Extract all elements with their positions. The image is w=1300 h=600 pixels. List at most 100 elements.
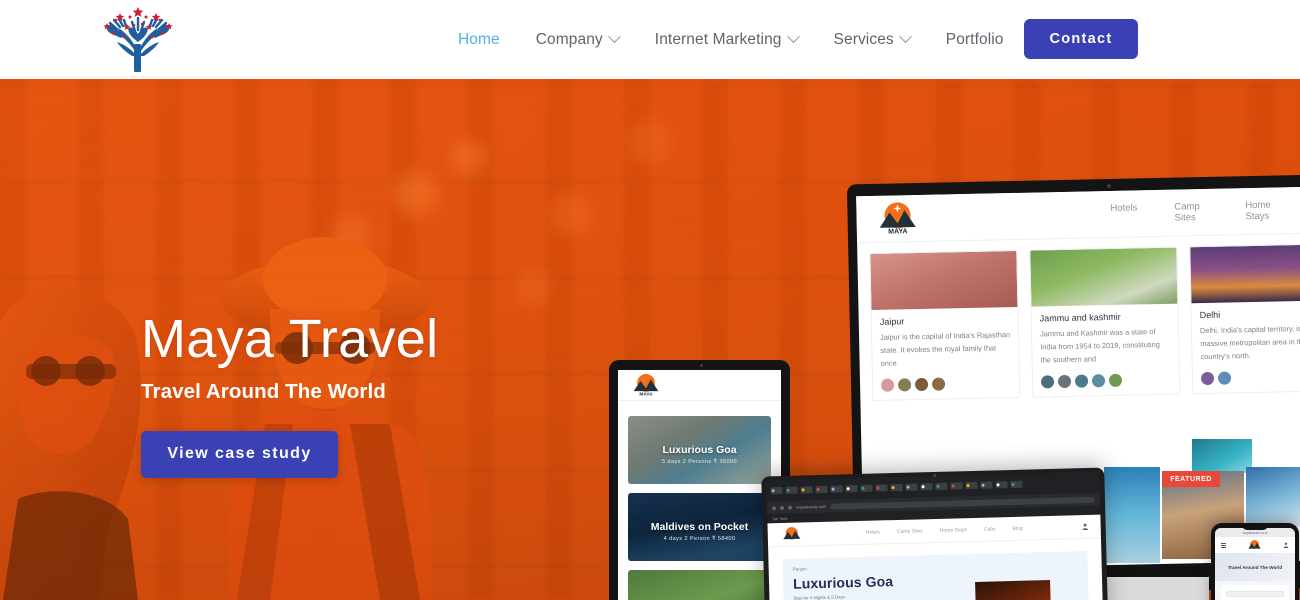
svg-text:MAYA: MAYA	[639, 391, 653, 397]
webcam-icon	[1106, 183, 1111, 189]
webcam-icon	[699, 364, 703, 367]
package-card[interactable]	[628, 570, 771, 600]
avatar	[1108, 373, 1123, 387]
phone-enquiry-form	[1221, 585, 1289, 600]
main-navigation: Home Company Internet Marketing Services…	[440, 0, 1089, 79]
avatar	[880, 378, 895, 392]
card-image	[870, 250, 1018, 311]
browser-page-content: Hotels Camp Sites Home Stays Cabs Blog P…	[767, 514, 1105, 600]
page-nav-hotels[interactable]: Hotels	[866, 529, 880, 535]
page-nav-camp-sites[interactable]: Camp Sites	[897, 528, 923, 535]
avatar	[1074, 374, 1089, 388]
chevron-down-icon	[898, 30, 912, 44]
contact-button[interactable]: Contact	[1024, 19, 1138, 59]
mockup-card-row: Jaipur Jaipur is the capital of India's …	[857, 233, 1300, 401]
forward-icon[interactable]	[780, 505, 785, 510]
page-title: Maya Travel	[141, 309, 439, 369]
mockup-nav-links: Hotels Camp Sites Home Stays Cabs	[1110, 198, 1300, 225]
bookmark-item[interactable]	[875, 484, 888, 492]
gallery-tile	[1104, 467, 1160, 563]
bookmark-item[interactable]	[785, 486, 798, 494]
user-account-icon[interactable]	[1283, 542, 1289, 548]
mockup-nav-home-stays[interactable]: Home Stays	[1245, 199, 1281, 223]
card-description: Jammu and Kashmir was a state of India f…	[1039, 327, 1160, 365]
bookmark-item[interactable]	[920, 483, 933, 491]
phone-url: mayatravels.co.in	[1242, 530, 1268, 535]
maya-travels-logo-icon	[783, 526, 801, 539]
mockup-nav-hotels[interactable]: Hotels	[1110, 202, 1137, 225]
phone-screen: mayatravels.co.in Travel Around The Worl…	[1215, 528, 1295, 600]
nav-item-company[interactable]: Company	[518, 30, 637, 49]
maya-travels-logo-icon: MAYA	[879, 202, 916, 236]
nav-item-internet-marketing[interactable]: Internet Marketing	[637, 30, 816, 49]
page-nav-blog[interactable]: Blog	[1013, 525, 1023, 531]
package-card[interactable]: Luxurious Goa 5 days 2 Persons ₹ 35000	[628, 416, 771, 484]
page-nav-cabs[interactable]: Cabs	[984, 526, 996, 532]
nav-item-services[interactable]: Services	[816, 30, 928, 49]
card-avatars	[1040, 373, 1171, 389]
gallery-tile	[1192, 439, 1252, 473]
browser-mockup: mayatravels.com Tab Tools Hotels Camp Si…	[761, 467, 1110, 600]
avatar	[1057, 374, 1072, 388]
bookmark-item[interactable]	[935, 482, 948, 490]
bookmark-item[interactable]	[800, 486, 813, 494]
site-header: Home Company Internet Marketing Services…	[0, 0, 1300, 79]
tablet-package-list: Luxurious Goa 5 days 2 Persons ₹ 35000 M…	[618, 401, 781, 600]
bookmark-item[interactable]	[905, 483, 918, 491]
form-field[interactable]	[1226, 591, 1284, 597]
user-account-icon[interactable]	[1082, 523, 1089, 531]
bookmark-item[interactable]	[860, 484, 873, 492]
address-url: mayatravels.com	[795, 503, 827, 510]
nav-item-portfolio[interactable]: Portfolio	[928, 31, 1022, 49]
reload-icon[interactable]	[788, 505, 793, 510]
package-detail-panel: Panjim Luxurious Goa Stay for 4 Nights &…	[782, 551, 1091, 600]
bookmark-item[interactable]	[1010, 480, 1023, 489]
hamburger-menu-icon[interactable]	[1221, 541, 1226, 548]
bookmark-item[interactable]	[950, 482, 963, 490]
svg-text:MAYA: MAYA	[888, 228, 907, 235]
tablet-site-header: MAYA	[618, 370, 781, 401]
destination-card[interactable]: Jammu and kashmir Jammu and Kashmir was …	[1029, 246, 1181, 398]
card-description: Delhi, India's capital territory, is a m…	[1199, 323, 1300, 362]
featured-badge: FEATURED	[1162, 471, 1220, 487]
card-title: Jammu and kashmir	[1039, 311, 1121, 324]
package-title: Maldives on Pocket	[650, 521, 749, 533]
nav-label: Services	[833, 30, 894, 48]
view-case-study-button[interactable]: View case study	[141, 430, 338, 478]
package-meta: 4 days 2 Person ₹ 58400	[663, 536, 736, 542]
avatar	[1217, 371, 1232, 385]
package-card[interactable]: Maldives on Pocket 4 days 2 Person ₹ 584…	[628, 493, 771, 561]
bookmark-item[interactable]	[995, 481, 1008, 489]
tablet-screen: MAYA Luxurious Goa 5 days 2 Persons ₹ 35…	[618, 370, 781, 600]
card-image	[1190, 244, 1300, 304]
bookmark-item[interactable]	[845, 485, 858, 493]
maya-travels-logo-icon: MAYA	[633, 374, 659, 397]
avatar	[897, 378, 912, 392]
bookmark-item[interactable]	[980, 481, 993, 489]
destination-card[interactable]: Delhi Delhi, India's capital territory, …	[1189, 243, 1300, 395]
toolbar-label[interactable]: Tab Tools	[772, 516, 787, 520]
bookmark-item[interactable]	[830, 485, 843, 493]
avatar	[914, 377, 929, 391]
bookmark-item[interactable]	[965, 481, 978, 490]
hero-section: MAYA Hotels Camp Sites Home Stays Cabs	[0, 79, 1300, 600]
bookmark-item[interactable]	[770, 486, 783, 495]
phone-hero-text: Travel Around The World	[1227, 564, 1283, 570]
destination-card[interactable]: Jaipur Jaipur is the capital of India's …	[869, 249, 1021, 401]
nav-item-home[interactable]: Home	[440, 31, 518, 49]
phone-hero: Travel Around The World	[1215, 553, 1295, 581]
back-icon[interactable]	[772, 505, 777, 510]
mockup-nav-camp-sites[interactable]: Camp Sites	[1174, 201, 1208, 224]
page-nav-home-stays[interactable]: Home Stays	[940, 527, 967, 534]
phone-notch	[1242, 525, 1268, 530]
hero-subtitle: Travel Around The World	[141, 379, 386, 403]
bookmark-item[interactable]	[890, 483, 903, 492]
gallery-tile	[1246, 467, 1300, 527]
hero-copy: Maya Travel Travel Around The World View…	[141, 311, 438, 478]
chevron-down-icon	[607, 30, 621, 44]
card-description: Jaipur is the capital of India's Rajasth…	[879, 330, 1011, 368]
bookmark-item[interactable]	[815, 485, 828, 494]
webcam-icon	[932, 473, 936, 478]
avatar	[1040, 375, 1055, 389]
site-logo[interactable]	[96, 4, 180, 74]
